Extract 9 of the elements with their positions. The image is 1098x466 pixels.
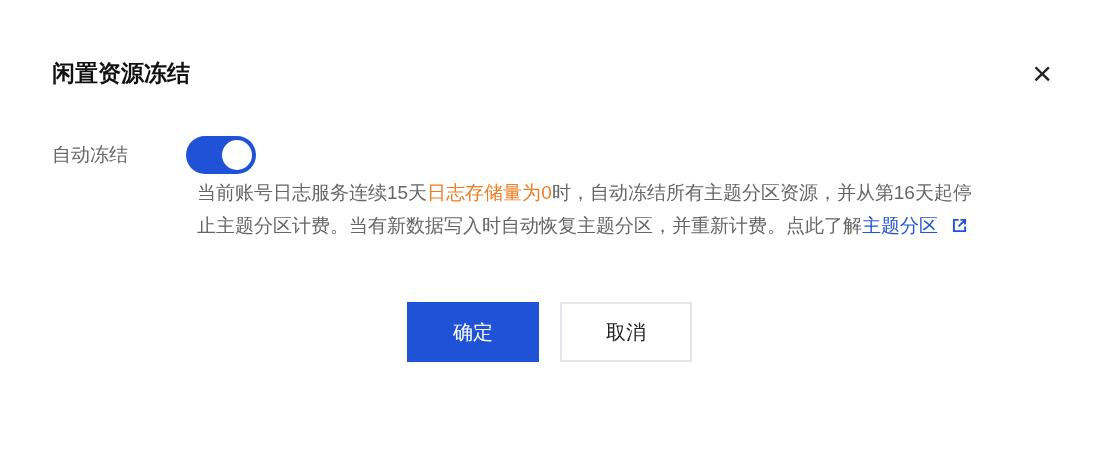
confirm-button[interactable]: 确定 [406,302,539,362]
cancel-button[interactable]: 取消 [559,302,692,362]
external-link-icon [952,218,967,233]
topic-partition-link[interactable]: 主题分区 [862,209,967,242]
description-text: 当前账号日志服务连续15天 日志存储量为0时，自动冻结所有主题分区资源，并从第16天起停止主题分区计费。当有新数据写入时自动恢复主题分区，并重新计费。点此了解主题分区 [197,176,977,242]
setting-label: 自动冻结 [52,143,129,167]
close-button[interactable]: × [1032,56,1052,90]
toggle-switch[interactable] [186,136,256,174]
dialog-title: 闲置资源冻结 [52,59,190,88]
